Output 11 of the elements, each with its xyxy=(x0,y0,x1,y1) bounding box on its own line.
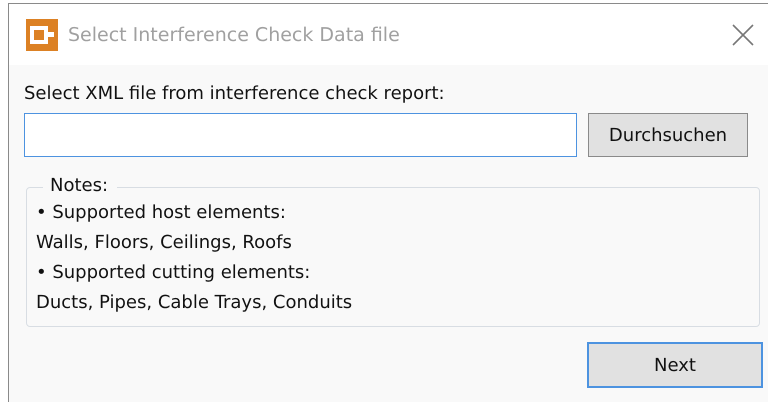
window-title: Select Interference Check Data file xyxy=(68,24,400,46)
file-label: Select XML file from interference check report: xyxy=(24,83,446,106)
app-icon xyxy=(26,18,58,50)
close-icon[interactable] xyxy=(732,24,754,46)
file-path-field[interactable] xyxy=(24,113,577,157)
note-line: • Supported cutting elements: xyxy=(36,261,312,285)
next-button[interactable]: Next xyxy=(587,342,763,388)
browse-button[interactable]: Durchsuchen xyxy=(588,113,748,157)
note-line: Walls, Floors, Ceilings, Roofs xyxy=(36,231,293,255)
note-line: • Supported host elements: xyxy=(36,201,287,225)
note-line: Ducts, Pipes, Cable Trays, Conduits xyxy=(36,291,354,315)
